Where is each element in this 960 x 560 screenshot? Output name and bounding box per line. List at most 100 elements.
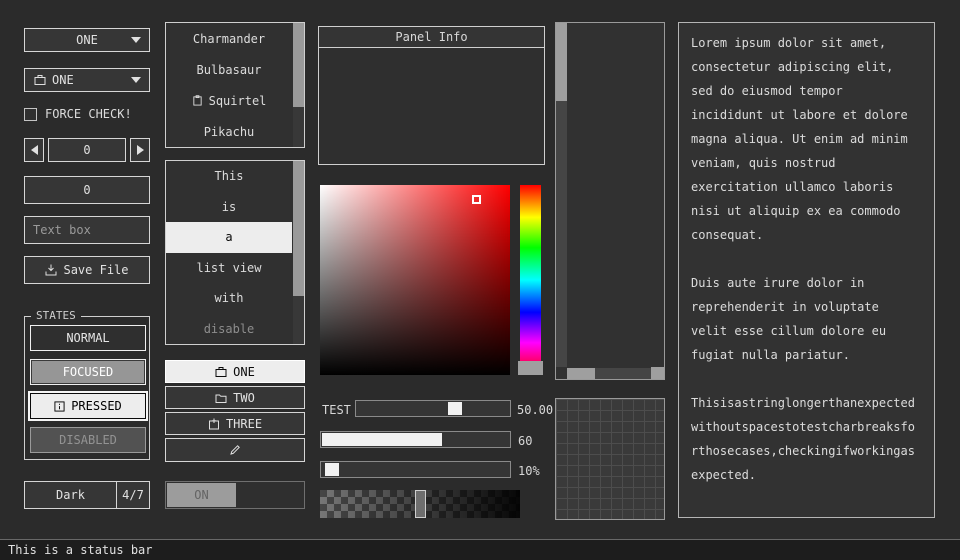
scrollbar-handle[interactable] (567, 368, 595, 379)
focused-state-label: FOCUSED (63, 365, 114, 379)
scrollbar-handle[interactable] (293, 107, 304, 147)
info-panel-titlebar[interactable]: Panel Info (319, 27, 544, 48)
states-group-title: STATES (31, 309, 81, 322)
info-panel-title: Panel Info (395, 30, 467, 44)
normal-state-label: NORMAL (66, 331, 109, 345)
slider-handle[interactable] (325, 463, 339, 476)
edit-button[interactable] (165, 438, 305, 462)
app-root: ONE ONE FORCE CHECK! 0 0 Save File STATE… (0, 0, 960, 560)
list-item[interactable]: Bulbasaur (166, 54, 292, 85)
chevron-down-icon (131, 37, 141, 43)
color-cursor-icon[interactable] (472, 195, 481, 204)
list-item[interactable]: list view (166, 253, 292, 284)
list-item[interactable]: Charmander (166, 23, 292, 54)
list-item-selected[interactable]: a (166, 222, 292, 253)
demo-list: This is a list view with disable (165, 160, 305, 345)
pencil-icon (229, 444, 241, 456)
page-indicator: 4/7 (116, 481, 150, 509)
list-item[interactable]: with (166, 283, 292, 314)
toggle-knob: ON (167, 483, 236, 507)
progress-slider[interactable] (320, 431, 511, 448)
dropdown-one[interactable]: ONE (24, 28, 150, 52)
vertical-scrollbar[interactable] (556, 23, 567, 367)
checkbox-label: FORCE CHECK! (45, 107, 132, 121)
cell-grid-panel[interactable] (555, 398, 665, 520)
paragraph: Thisisastringlongerthanexpectedwithoutsp… (691, 391, 922, 487)
checkbox-box-icon[interactable] (24, 108, 37, 121)
paragraph: Excepteur sint occaecat cupidatat non pr… (691, 511, 922, 518)
briefcase-icon (215, 366, 227, 378)
toggle-label: ON (194, 488, 208, 502)
list-item[interactable]: Pikachu (166, 116, 292, 147)
hue-bar[interactable] (520, 185, 541, 375)
list-item[interactable]: is (166, 192, 292, 223)
list-item-label: Pikachu (204, 125, 255, 139)
list-item-label: disable (204, 322, 255, 336)
theme-button[interactable]: Dark (24, 481, 117, 509)
normal-state-button[interactable]: NORMAL (30, 325, 146, 351)
hue-handle[interactable] (518, 361, 543, 375)
save-file-label: Save File (63, 263, 128, 277)
toggle-switch: ON (165, 481, 305, 509)
three-button-label: THREE (226, 417, 262, 431)
list-scrollbar[interactable] (293, 161, 304, 344)
plus-box-icon (208, 418, 220, 430)
percent-slider[interactable] (320, 461, 511, 478)
force-checkbox[interactable]: FORCE CHECK! (24, 107, 132, 121)
list-scrollbar[interactable] (293, 23, 304, 147)
disabled-state-label: DISABLED (59, 433, 117, 447)
list-item-label: This (215, 169, 244, 183)
paragraph: Duis aute irure dolor in reprehenderit i… (691, 271, 922, 367)
scrollbar-handle[interactable] (556, 23, 567, 101)
stepper-value-text: 0 (83, 143, 90, 157)
test-slider-label: TEST (322, 403, 351, 417)
page-indicator-text: 4/7 (122, 488, 144, 502)
list-item-label: with (215, 291, 244, 305)
one-button[interactable]: ONE (165, 360, 305, 383)
stepper-value[interactable]: 0 (48, 138, 126, 162)
one-button-label: ONE (233, 365, 255, 379)
list-item-label: Charmander (193, 32, 265, 46)
folder-icon (215, 392, 227, 404)
disabled-state-button: DISABLED (30, 427, 146, 453)
list-item[interactable]: This (166, 161, 292, 192)
progress-slider-value: 60 (518, 434, 532, 448)
briefcase-icon (34, 74, 46, 86)
lorem-text-panel: Lorem ipsum dolor sit amet, consectetur … (678, 22, 935, 518)
two-button[interactable]: TWO (165, 386, 305, 409)
horizontal-scrollbar[interactable] (567, 368, 651, 379)
states-group: STATES NORMAL FOCUSED PRESSED DISABLED (24, 316, 150, 460)
list-item-label: Bulbasaur (196, 63, 261, 77)
pokemon-list: Charmander Bulbasaur Squirtel Pikachu (165, 22, 305, 148)
color-saturation-square[interactable] (320, 185, 510, 375)
slider-fill (322, 433, 442, 446)
alpha-slider[interactable] (320, 490, 520, 518)
info-panel: Panel Info (318, 26, 545, 165)
pressed-state-label: PRESSED (71, 399, 122, 413)
dropdown-one-value: ONE (76, 33, 98, 47)
scrollbar-corner (651, 367, 664, 379)
stepper-decrement-button[interactable] (24, 138, 44, 162)
list-item-disabled: disable (166, 314, 292, 345)
save-icon (45, 264, 57, 276)
scroll-panel (555, 22, 665, 380)
alpha-handle[interactable] (415, 490, 426, 518)
save-file-button[interactable]: Save File (24, 256, 150, 284)
text-box-input[interactable] (24, 216, 150, 244)
slider-handle[interactable] (448, 402, 462, 415)
list-item[interactable]: Squirtel (166, 85, 292, 116)
two-button-label: TWO (233, 391, 255, 405)
focused-state-button[interactable]: FOCUSED (30, 359, 146, 385)
stepper-increment-button[interactable] (130, 138, 150, 162)
number-field-value: 0 (83, 183, 90, 197)
percent-slider-value: 10% (518, 464, 540, 478)
arrow-right-icon (137, 145, 144, 155)
dropdown-icon[interactable]: ONE (24, 68, 150, 92)
number-field[interactable]: 0 (24, 176, 150, 204)
pressed-state-button[interactable]: PRESSED (30, 393, 146, 419)
three-button[interactable]: THREE (165, 412, 305, 435)
list-item-label: a (225, 230, 232, 244)
scrollbar-handle[interactable] (293, 296, 304, 344)
paragraph: Lorem ipsum dolor sit amet, consectetur … (691, 31, 922, 247)
test-slider[interactable] (355, 400, 511, 417)
